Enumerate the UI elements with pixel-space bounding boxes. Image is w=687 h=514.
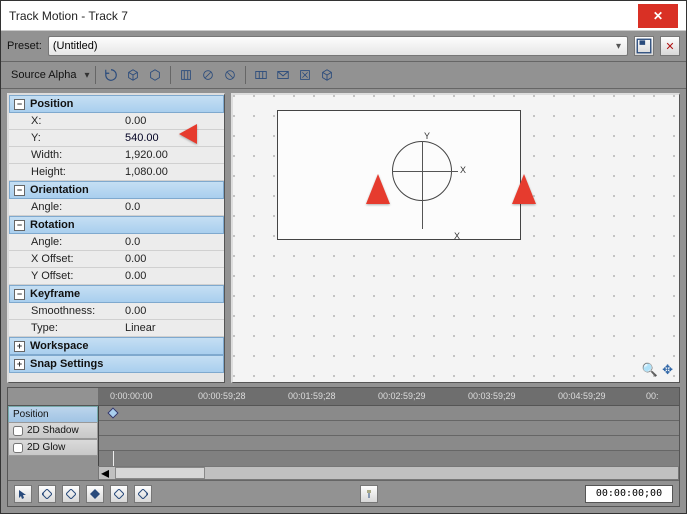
track-position[interactable]: Position <box>8 406 98 422</box>
first-keyframe-button[interactable] <box>38 485 56 503</box>
zoom-tool-icon[interactable]: 🔍 <box>642 362 658 378</box>
rot-xoff-value[interactable]: 0.00 <box>119 251 224 267</box>
x-axis-label-2: X <box>454 231 460 241</box>
orient-angle-value[interactable]: 0.0 <box>119 199 224 215</box>
close-button[interactable]: ✕ <box>638 4 678 28</box>
glow-checkbox[interactable] <box>13 443 23 453</box>
section-orientation[interactable]: −Orientation <box>9 181 224 199</box>
kf-smooth-value[interactable]: 0.00 <box>119 303 224 319</box>
preset-value: (Untitled) <box>53 40 98 52</box>
kf-type-value[interactable]: Linear <box>119 320 224 336</box>
scrollbar-thumb[interactable] <box>115 467 205 479</box>
track-2d-glow[interactable]: 2D Glow <box>8 439 98 456</box>
preset-label: Preset: <box>7 40 42 52</box>
timeline-panel: 0:00:00:00 00:00:59;28 00:01:59;28 00:02… <box>7 387 680 507</box>
preset-delete-button[interactable]: ✕ <box>660 36 680 56</box>
section-rotation[interactable]: −Rotation <box>9 216 224 234</box>
section-snap[interactable]: +Snap Settings <box>9 355 224 373</box>
lock-aspect-icon[interactable] <box>177 66 195 84</box>
rot-angle-value[interactable]: 0.0 <box>119 234 224 250</box>
x-axis-label: X <box>460 165 466 175</box>
annotation-arrow-left <box>179 121 249 152</box>
next-keyframe-button[interactable] <box>110 485 128 503</box>
preset-select[interactable]: (Untitled) <box>48 36 628 56</box>
snap-grid-icon[interactable] <box>252 66 270 84</box>
cube-wire-icon[interactable] <box>318 66 336 84</box>
frame-rect[interactable]: Y X X <box>277 110 521 240</box>
anchor-a-icon[interactable] <box>199 66 217 84</box>
x-box-icon[interactable] <box>296 66 314 84</box>
shadow-checkbox[interactable] <box>13 426 23 436</box>
pos-h-value[interactable]: 1,080.00 <box>119 164 224 180</box>
cube-iso-icon[interactable] <box>146 66 164 84</box>
annotation-arrow-up-1 <box>363 174 393 309</box>
last-keyframe-button[interactable] <box>134 485 152 503</box>
mail-icon[interactable] <box>274 66 292 84</box>
preset-save-button[interactable] <box>634 36 654 56</box>
source-alpha-label: Source Alpha <box>7 69 80 81</box>
section-workspace[interactable]: +Workspace <box>9 337 224 355</box>
sync-cursor-button[interactable] <box>360 485 378 503</box>
anchor-b-icon[interactable] <box>221 66 239 84</box>
keyframe-marker[interactable] <box>107 407 118 418</box>
cursor-tool-icon[interactable] <box>14 485 32 503</box>
section-position[interactable]: −Position <box>9 95 224 113</box>
timeline-ruler[interactable]: 0:00:00:00 00:00:59;28 00:01:59;28 00:02… <box>98 388 679 405</box>
window-title: Track Motion - Track 7 <box>9 9 128 23</box>
annotation-arrow-up-2 <box>509 174 539 309</box>
zoom-fit-icon[interactable]: ✥ <box>662 362 673 378</box>
timeline-scrollbar[interactable]: ◂ <box>98 466 679 480</box>
insert-keyframe-button[interactable] <box>86 485 104 503</box>
motion-canvas[interactable]: Y X X 🔍 ✥ <box>231 93 680 383</box>
rotate-icon[interactable] <box>102 66 120 84</box>
source-alpha-dropdown[interactable]: ▾ <box>84 70 89 81</box>
timeline-lanes[interactable] <box>98 406 679 466</box>
track-2d-shadow[interactable]: 2D Shadow <box>8 422 98 439</box>
rot-yoff-value[interactable]: 0.00 <box>119 268 224 284</box>
prev-keyframe-button[interactable] <box>62 485 80 503</box>
y-axis-label: Y <box>424 131 430 141</box>
section-keyframe[interactable]: −Keyframe <box>9 285 224 303</box>
cube-front-icon[interactable] <box>124 66 142 84</box>
time-counter[interactable]: 00:00:00;00 <box>585 485 673 503</box>
